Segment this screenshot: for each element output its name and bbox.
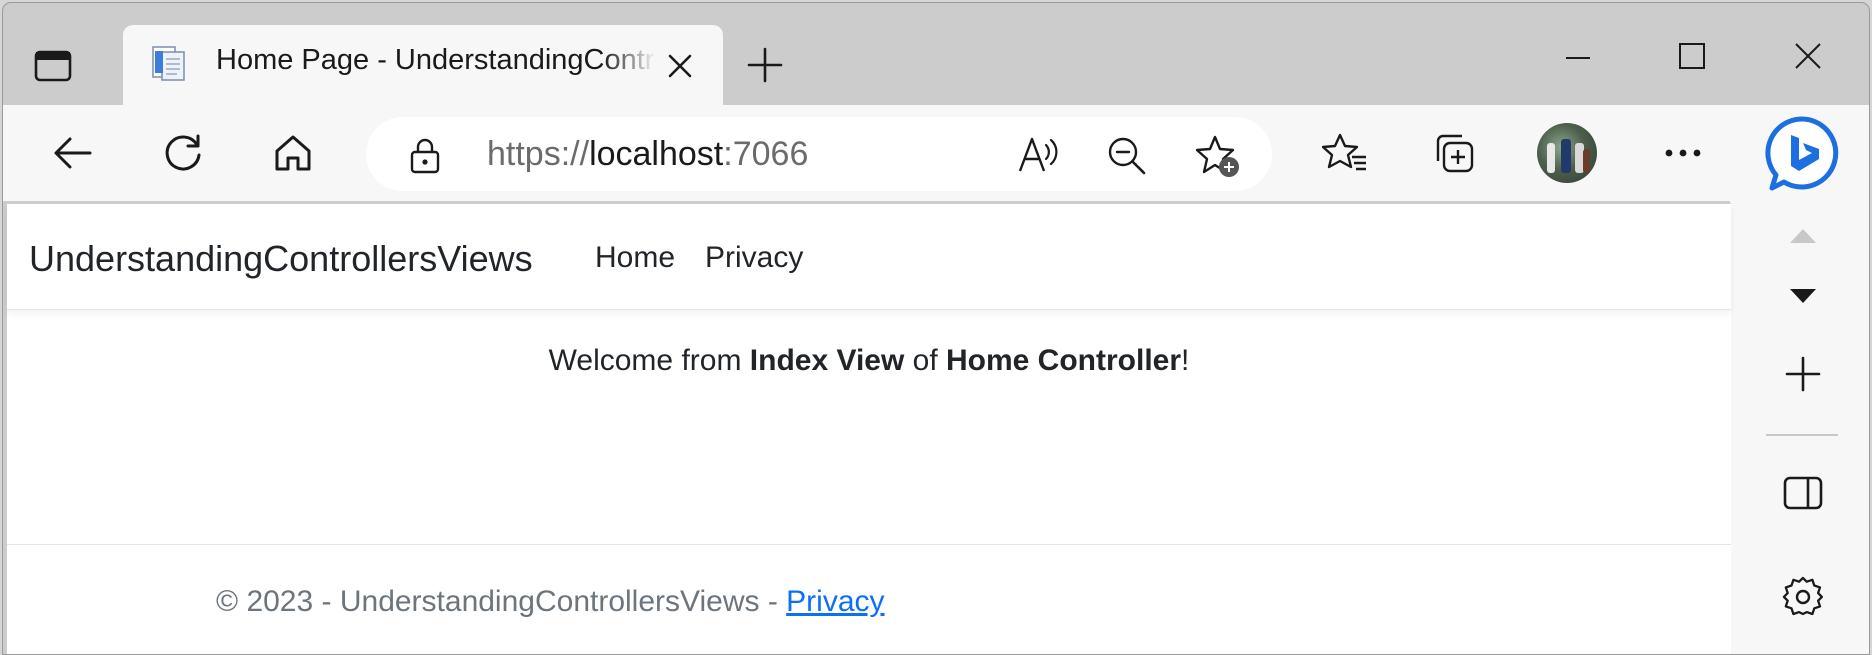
url-port: :7066 [723, 135, 809, 173]
tab-title: Home Page - UnderstandingControllersView… [216, 44, 656, 76]
favorites-icon[interactable] [1321, 129, 1369, 177]
footer-privacy-link[interactable]: Privacy [786, 585, 884, 618]
site-footer: © 2023 - UnderstandingControllersViews -… [7, 544, 1731, 654]
maximize-icon[interactable] [1677, 41, 1707, 71]
welcome-suffix: ! [1181, 344, 1190, 377]
url-text[interactable]: https://localhost:7066 [487, 135, 808, 174]
welcome-message: Welcome from Index View of Home Controll… [7, 344, 1731, 378]
split-screen-icon[interactable] [1783, 476, 1823, 510]
welcome-prefix: Welcome from [548, 344, 750, 377]
sidebar-divider [1766, 434, 1838, 436]
zoom-out-icon[interactable] [1106, 135, 1148, 177]
collections-icon[interactable] [1431, 129, 1479, 177]
window-close-icon[interactable] [1793, 41, 1823, 71]
address-bar[interactable]: https://localhost:7066 [366, 117, 1272, 191]
footer-copyright: © 2023 - UnderstandingControllersViews - [216, 585, 787, 618]
browser-sidebar [1730, 201, 1869, 654]
browser-toolbar: https://localhost:7066 [3, 105, 1869, 201]
url-host: localhost [589, 135, 724, 173]
read-aloud-icon[interactable] [1016, 133, 1060, 175]
nav-link-privacy[interactable]: Privacy [705, 241, 803, 275]
home-icon[interactable] [269, 129, 317, 177]
bing-chat-icon[interactable] [1762, 115, 1840, 193]
settings-icon[interactable] [1782, 576, 1824, 618]
scroll-up-icon[interactable] [1790, 229, 1816, 243]
tab-close-icon[interactable] [666, 52, 694, 80]
active-tab[interactable]: Home Page - UnderstandingControllersView… [123, 25, 723, 107]
url-scheme: https:// [487, 135, 590, 173]
add-favorite-icon[interactable] [1194, 133, 1242, 179]
scroll-down-icon[interactable] [1790, 289, 1816, 303]
back-icon[interactable] [48, 129, 96, 177]
site-brand[interactable]: UnderstandingControllersViews [29, 238, 533, 280]
tab-actions-button[interactable] [30, 43, 76, 89]
site-navbar: UnderstandingControllersViews Home Priva… [7, 204, 1731, 310]
add-icon[interactable] [1785, 356, 1821, 392]
tab-actions-icon [34, 50, 72, 82]
welcome-middle: of [904, 344, 946, 377]
profile-avatar[interactable] [1537, 123, 1597, 183]
nav-link-home[interactable]: Home [595, 241, 675, 275]
minimize-icon[interactable] [1563, 43, 1593, 73]
welcome-view-name: Index View [749, 344, 905, 377]
document-icon [149, 43, 189, 83]
refresh-icon[interactable] [159, 129, 207, 177]
new-tab-icon[interactable] [745, 45, 785, 85]
browser-window: Home Page - UnderstandingControllersView… [2, 2, 1870, 655]
more-icon[interactable] [1659, 129, 1707, 177]
page-viewport: UnderstandingControllersViews Home Priva… [7, 203, 1731, 654]
lock-icon[interactable] [408, 137, 442, 175]
footer-text: © 2023 - UnderstandingControllersViews -… [216, 585, 885, 619]
welcome-controller-name: Home Controller [946, 344, 1182, 377]
